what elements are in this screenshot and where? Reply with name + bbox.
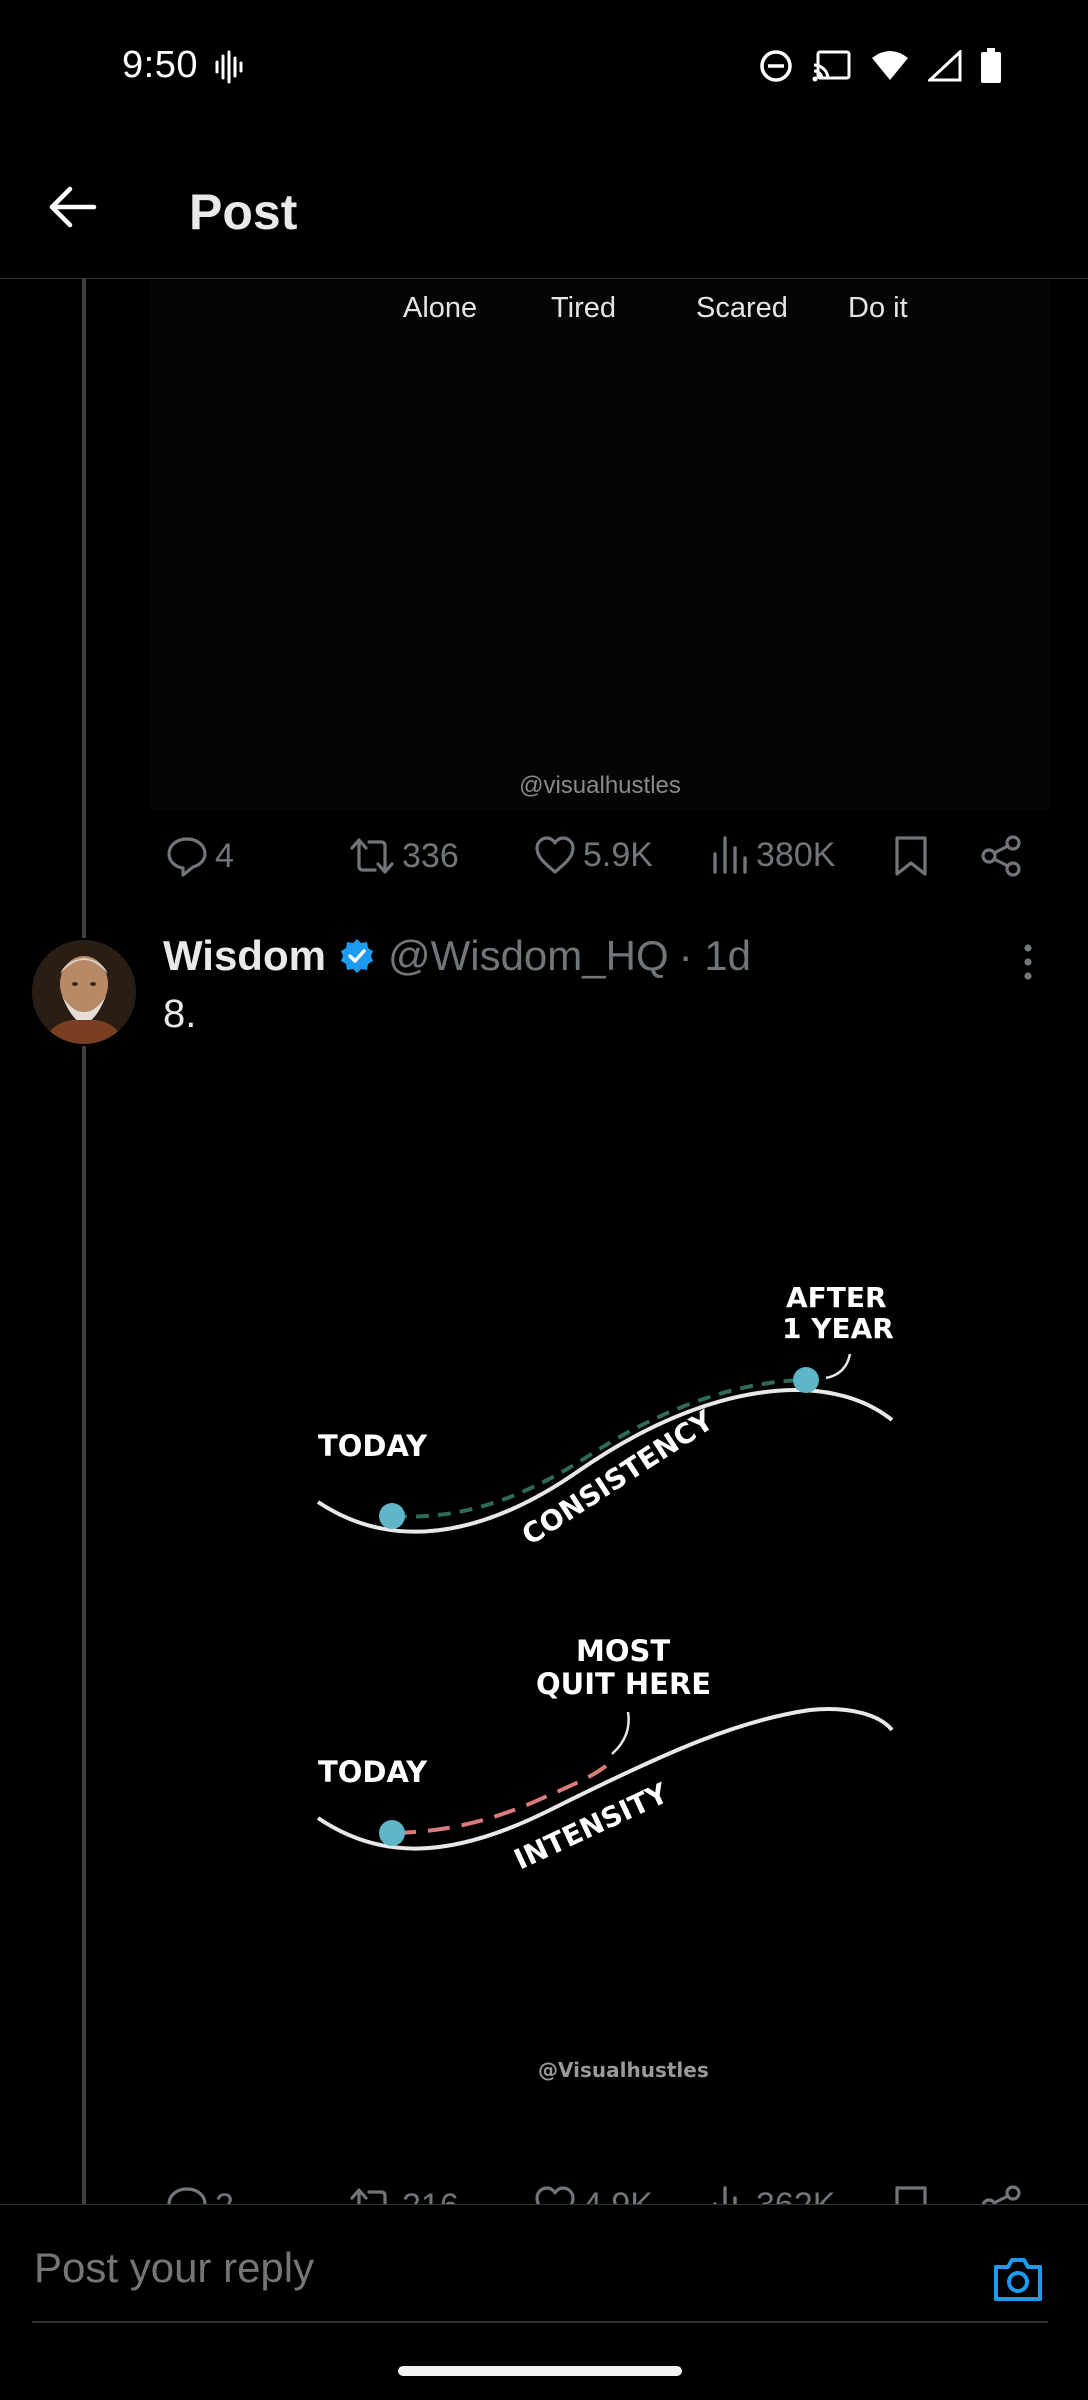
- image-word: Alone: [403, 292, 478, 324]
- like-button[interactable]: 5.9K: [533, 834, 653, 876]
- tweet1-actions: 4 336 5.9K 380K: [165, 834, 1045, 894]
- status-bar: 9:50: [0, 0, 1088, 135]
- more-options-button[interactable]: [1010, 940, 1046, 984]
- image-watermark: @Visualhustles: [538, 2058, 709, 2082]
- share-icon: [981, 835, 1021, 877]
- reply-input[interactable]: [32, 2243, 936, 2293]
- image-word: Scared: [696, 292, 788, 324]
- after-label-line1: AFTER: [786, 1281, 887, 1314]
- like-count: 5.9K: [583, 835, 653, 874]
- bookmark-button[interactable]: [893, 834, 929, 878]
- views-count: 380K: [756, 835, 836, 874]
- post-screen: 9:50 Post Alone Tired Scared Do it @visu…: [0, 0, 1088, 2400]
- after-label-line2: 1 YEAR: [782, 1312, 894, 1345]
- image-word: Do it: [848, 292, 908, 324]
- more-vertical-icon: [1024, 944, 1032, 980]
- image-word: Tired: [551, 292, 616, 324]
- signal-icon: [926, 48, 962, 87]
- bottom-today-dot: [379, 1820, 405, 1846]
- verified-badge-icon: [338, 937, 376, 975]
- author-name[interactable]: Wisdom: [163, 932, 326, 980]
- thread-line: [82, 1046, 86, 2204]
- bottom-today-label: TODAY: [318, 1755, 428, 1789]
- consistency-vs-intensity-illustration: TODAY AFTER 1 YEAR CONSISTENCY TODAY MOS…: [316, 1281, 894, 2082]
- arrow-left-icon: [49, 186, 97, 228]
- wifi-icon: [870, 50, 910, 87]
- repost-count: 336: [402, 836, 459, 875]
- heart-icon: [535, 836, 575, 874]
- cast-icon: [812, 49, 852, 88]
- page-title: Post: [189, 184, 298, 240]
- bookmark-icon: [895, 836, 927, 876]
- status-time: 9:50: [122, 44, 198, 86]
- tweet2-text: 8.: [163, 992, 197, 1036]
- author-handle[interactable]: @Wisdom_HQ: [388, 932, 669, 980]
- camera-icon: [994, 2258, 1042, 2301]
- back-button[interactable]: [46, 179, 102, 235]
- bar-chart-icon: [713, 836, 747, 874]
- repost-icon: [350, 838, 394, 874]
- quit-pointer: [611, 1711, 630, 1755]
- home-indicator[interactable]: [398, 2366, 682, 2376]
- post-time: · 1d: [678, 932, 752, 979]
- status-icons: [758, 48, 1002, 89]
- quit-label-line2: QUIT HERE: [536, 1667, 711, 1701]
- camera-button[interactable]: [990, 2251, 1046, 2307]
- today-dot: [379, 1503, 405, 1529]
- top-header: Post: [0, 145, 1088, 279]
- tweet2-image[interactable]: TODAY AFTER 1 YEAR CONSISTENCY TODAY MOS…: [150, 1070, 1050, 2120]
- consistency-label: CONSISTENCY: [516, 1403, 720, 1551]
- top-today-label: TODAY: [318, 1429, 428, 1463]
- do-not-disturb-icon: [758, 48, 794, 89]
- views-button[interactable]: 380K: [710, 834, 835, 876]
- repost-button[interactable]: 336: [348, 834, 459, 878]
- image-watermark: @visualhustles: [519, 772, 681, 799]
- reply-count: 4: [215, 836, 234, 875]
- reply-icon: [167, 837, 207, 877]
- share-button[interactable]: [979, 834, 1023, 878]
- reply-underline: [32, 2321, 1048, 2323]
- battery-icon: [980, 48, 1002, 89]
- thread-line: [82, 278, 86, 938]
- after-year-pointer: [825, 1353, 852, 1380]
- quit-label-line1: MOST: [576, 1634, 670, 1668]
- tweet1-image[interactable]: Alone Tired Scared Do it @visualhustles: [150, 280, 1050, 810]
- tweet2-header: Wisdom @Wisdom_HQ · 1d: [163, 932, 751, 980]
- after-year-dot: [793, 1367, 819, 1393]
- voice-activity-icon: [214, 50, 244, 89]
- avatar[interactable]: [32, 940, 136, 1044]
- reply-button[interactable]: 4: [165, 834, 234, 878]
